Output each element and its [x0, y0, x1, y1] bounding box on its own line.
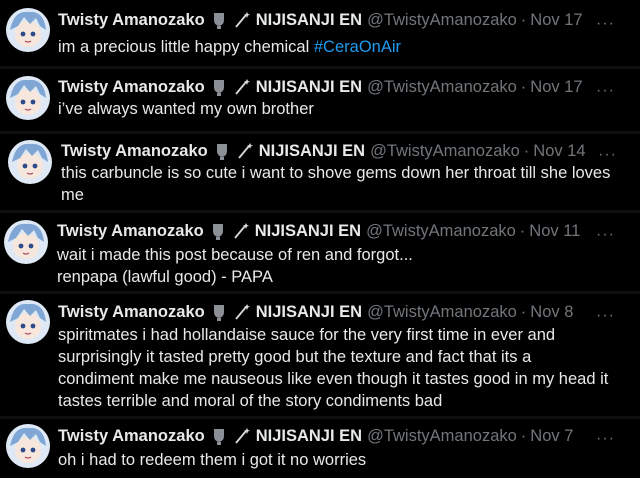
affiliation[interactable]: NIJISANJI EN: [256, 11, 362, 30]
wand-icon: [233, 11, 251, 29]
wand-icon: [236, 142, 254, 160]
handle[interactable]: @TwistyAmanozako: [367, 11, 517, 30]
gray-badge-icon[interactable]: [213, 142, 231, 160]
gray-badge-icon[interactable]: [210, 427, 228, 445]
display-name[interactable]: Twisty Amanozako: [58, 11, 205, 30]
separator: ·: [520, 77, 527, 96]
affiliation[interactable]: NIJISANJI EN: [255, 222, 361, 241]
tweet-text: spiritmates i had hollandaise sauce for …: [58, 326, 609, 410]
affiliation[interactable]: NIJISANJI EN: [259, 142, 365, 161]
separator: ·: [520, 426, 527, 445]
display-name[interactable]: Twisty Amanozako: [58, 78, 205, 97]
handle[interactable]: @TwistyAmanozako: [370, 142, 520, 161]
gray-badge-icon[interactable]: [210, 303, 228, 321]
display-name[interactable]: Twisty Amanozako: [58, 303, 205, 322]
tweet[interactable]: Twisty Amanozako NIJISANJI EN @TwistyAma…: [0, 419, 640, 478]
separator: ·: [519, 221, 526, 240]
timestamp[interactable]: Nov 17: [530, 78, 582, 97]
more-icon[interactable]: ···: [596, 227, 615, 243]
tweet-header: Twisty Amanozako NIJISANJI EN @TwistyAma…: [57, 220, 580, 242]
tweet-text: i’ve always wanted my own brother: [58, 100, 314, 118]
more-icon[interactable]: ···: [596, 431, 615, 447]
avatar-icon[interactable]: [6, 8, 50, 52]
separator: ·: [523, 141, 530, 160]
wand-icon: [232, 222, 250, 240]
avatar-icon[interactable]: [4, 220, 48, 264]
timestamp[interactable]: Nov 8: [530, 303, 573, 322]
timestamp[interactable]: Nov 17: [530, 11, 582, 30]
avatar-icon[interactable]: [8, 140, 52, 184]
affiliation[interactable]: NIJISANJI EN: [256, 78, 362, 97]
more-icon[interactable]: ···: [596, 16, 615, 32]
more-icon[interactable]: ···: [596, 83, 615, 99]
handle[interactable]: @TwistyAmanozako: [366, 222, 516, 241]
handle[interactable]: @TwistyAmanozako: [367, 427, 517, 446]
handle[interactable]: @TwistyAmanozako: [367, 303, 517, 322]
timestamp[interactable]: Nov 11: [529, 222, 580, 241]
display-name[interactable]: Twisty Amanozako: [61, 142, 208, 161]
gray-badge-icon[interactable]: [210, 11, 228, 29]
tweet-header: Twisty Amanozako NIJISANJI EN @TwistyAma…: [58, 301, 573, 323]
separator: ·: [520, 302, 527, 321]
more-icon[interactable]: ···: [598, 147, 617, 163]
timestamp[interactable]: Nov 14: [533, 142, 585, 161]
avatar-icon[interactable]: [6, 300, 50, 344]
tweet-header: Twisty Amanozako NIJISANJI EN @TwistyAma…: [58, 9, 583, 31]
tweet-text-content: im a precious little happy chemical: [58, 38, 314, 56]
wand-icon: [233, 427, 251, 445]
display-name[interactable]: Twisty Amanozako: [57, 222, 204, 241]
separator: ·: [520, 10, 527, 29]
avatar-icon[interactable]: [6, 424, 50, 468]
more-icon[interactable]: ···: [596, 308, 615, 324]
tweet[interactable]: Twisty Amanozako NIJISANJI EN @TwistyAma…: [0, 69, 640, 131]
tweet[interactable]: Twisty Amanozako NIJISANJI EN @TwistyAma…: [0, 213, 640, 291]
tweet-text: im a precious little happy chemical #Cer…: [58, 36, 401, 58]
gray-badge-icon[interactable]: [210, 78, 228, 96]
tweet-header: Twisty Amanozako NIJISANJI EN @TwistyAma…: [58, 425, 573, 447]
avatar-icon[interactable]: [6, 76, 50, 120]
handle[interactable]: @TwistyAmanozako: [367, 78, 517, 97]
display-name[interactable]: Twisty Amanozako: [58, 427, 205, 446]
wand-icon: [233, 78, 251, 96]
tweet[interactable]: Twisty Amanozako NIJISANJI EN @TwistyAma…: [0, 294, 640, 416]
wand-icon: [233, 303, 251, 321]
hashtag-link[interactable]: #CeraOnAir: [314, 38, 401, 56]
tweet-header: Twisty Amanozako NIJISANJI EN @TwistyAma…: [61, 140, 586, 162]
timestamp[interactable]: Nov 7: [530, 427, 573, 446]
tweet-text: this carbuncle is so cute i want to shov…: [61, 164, 611, 204]
affiliation[interactable]: NIJISANJI EN: [256, 303, 362, 322]
tweet[interactable]: Twisty Amanozako NIJISANJI EN @TwistyAma…: [0, 0, 640, 66]
gray-badge-icon[interactable]: [209, 222, 227, 240]
tweet-text: oh i had to redeem them i got it no worr…: [58, 451, 367, 469]
tweet[interactable]: Twisty Amanozako NIJISANJI EN @TwistyAma…: [0, 134, 640, 210]
tweet-header: Twisty Amanozako NIJISANJI EN @TwistyAma…: [58, 76, 583, 98]
affiliation[interactable]: NIJISANJI EN: [256, 427, 362, 446]
tweet-text: wait i made this post because of ren and…: [57, 246, 413, 286]
